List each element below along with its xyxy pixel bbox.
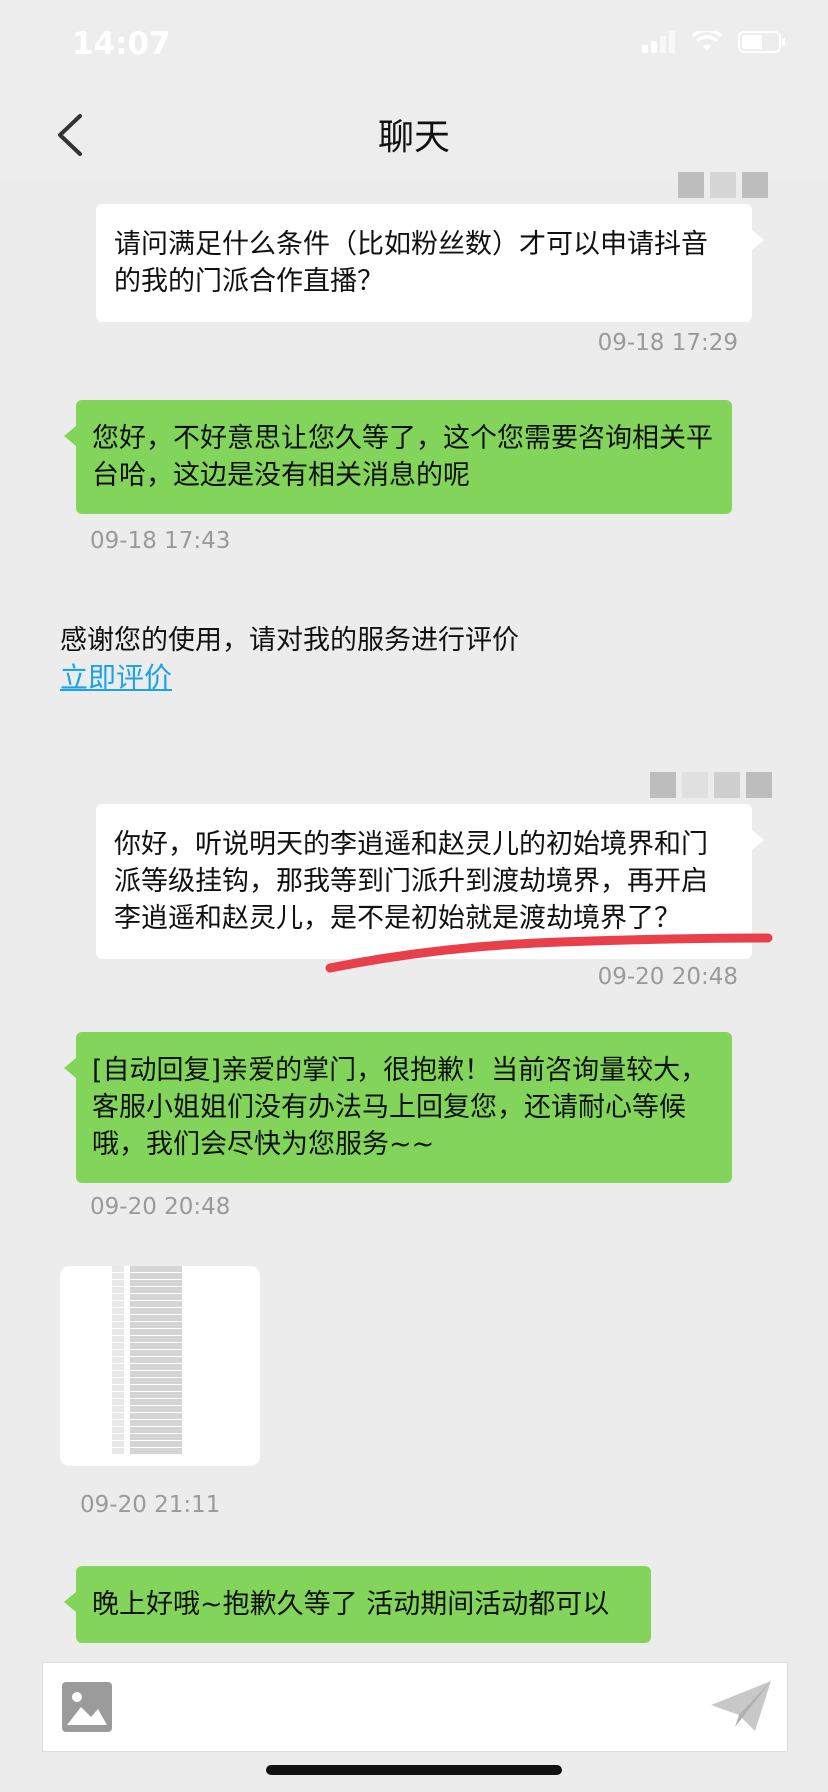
send-icon[interactable] bbox=[709, 1677, 773, 1737]
wifi-icon bbox=[692, 31, 722, 51]
page-title: 聊天 bbox=[377, 117, 450, 158]
image-message[interactable] bbox=[60, 1266, 260, 1466]
message-timestamp: 09-20 20:48 bbox=[597, 964, 738, 990]
message-text: 您好，不好意思让您久等了，这个您需要咨询相关平台哈，这边是没有相关消息的呢 bbox=[92, 423, 713, 491]
evaluate-now-link[interactable]: 立即评价 bbox=[60, 656, 172, 696]
message-bubble[interactable]: 您好，不好意思让您久等了，这个您需要咨询相关平台哈，这边是没有相关消息的呢 bbox=[64, 400, 732, 514]
home-indicator bbox=[266, 1765, 562, 1775]
message-text: 你好，听说明天的李逍遥和赵灵儿的初始境界和门派等级挂钩，那我等到门派升到渡劫境界… bbox=[114, 829, 708, 934]
message-timestamp: 09-20 20:48 bbox=[90, 1194, 231, 1220]
message-input-bar[interactable] bbox=[42, 1662, 788, 1752]
avatar bbox=[650, 772, 772, 798]
message-timestamp: 09-18 17:43 bbox=[90, 528, 231, 554]
image-icon[interactable] bbox=[61, 1681, 113, 1733]
status-bar: 14:07 bbox=[0, 0, 828, 90]
status-time: 14:07 bbox=[72, 26, 171, 62]
avatar bbox=[678, 172, 768, 198]
message-text: 请问满足什么条件（比如粉丝数）才可以申请抖音的我的门派合作直播？ bbox=[114, 229, 708, 297]
nav-header: 聊天 bbox=[0, 90, 828, 180]
message-bubble[interactable]: [自动回复]亲爱的掌门，很抱歉！当前咨询量较大，客服小姐姐们没有办法马上回复您，… bbox=[64, 1032, 732, 1183]
message-bubble[interactable]: 请问满足什么条件（比如粉丝数）才可以申请抖音的我的门派合作直播？ bbox=[96, 204, 764, 322]
message-text: [自动回复]亲爱的掌门，很抱歉！当前咨询量较大，客服小姐姐们没有办法马上回复您，… bbox=[92, 1055, 708, 1160]
message-text: 晚上好哦~抱歉久等了 活动期间活动都可以 bbox=[92, 1589, 610, 1620]
battery-icon bbox=[738, 31, 785, 53]
message-timestamp: 09-18 17:29 bbox=[597, 330, 738, 356]
status-icons bbox=[642, 30, 786, 54]
signal-icon bbox=[642, 31, 675, 53]
evaluation-prompt: 感谢您的使用，请对我的服务进行评价 bbox=[60, 625, 519, 656]
image-thumbnail-content bbox=[112, 1266, 222, 1466]
message-bubble[interactable]: 晚上好哦~抱歉久等了 活动期间活动都可以 bbox=[64, 1566, 651, 1643]
message-timestamp: 09-20 21:11 bbox=[80, 1492, 221, 1518]
